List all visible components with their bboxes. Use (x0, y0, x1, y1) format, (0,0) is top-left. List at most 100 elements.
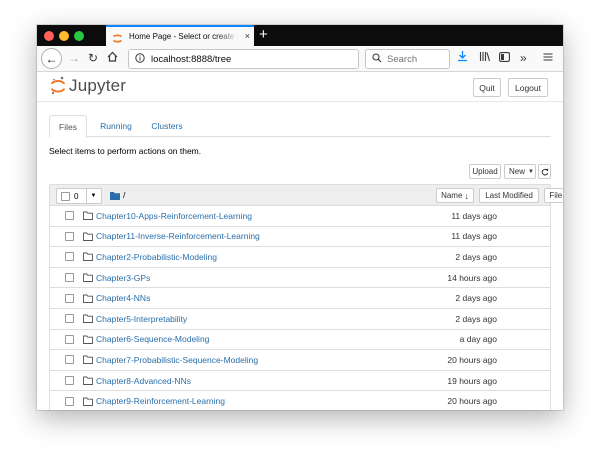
file-list-row[interactable]: Chapter7-Probabilistic-Sequence-Modeling… (49, 350, 551, 371)
file-list-row[interactable]: Chapter5-Interpretability 2 days ago (49, 308, 551, 330)
folder-icon (83, 232, 93, 241)
row-checkbox[interactable] (65, 355, 74, 365)
new-dropdown-button[interactable]: New ▼ (504, 164, 536, 179)
row-checkbox[interactable] (65, 396, 74, 406)
jupyter-header: Jupyter Quit Logout (37, 72, 563, 102)
library-icon[interactable] (479, 50, 491, 66)
jupyter-logo-text: Jupyter (69, 76, 127, 95)
last-modified-text: 2 days ago (455, 313, 497, 324)
folder-icon (83, 294, 93, 303)
file-list-row[interactable]: Chapter9-Reinforcement-Learning 20 hours … (49, 391, 551, 410)
jupyter-logo[interactable]: Jupyter (51, 76, 126, 96)
back-arrow-icon[interactable]: ← (41, 48, 62, 69)
select-all-dropdown[interactable]: 0 ▼ (56, 188, 102, 204)
refresh-icon (541, 168, 548, 175)
file-list-header: 0 ▼ / Name ↓ Last Modified File size (49, 184, 563, 206)
caret-down-icon: ▼ (528, 168, 534, 175)
last-modified-text: 19 hours ago (447, 375, 497, 386)
search-bar[interactable]: Search (365, 49, 450, 69)
file-name-link[interactable]: Chapter5-Interpretability (96, 314, 187, 324)
page-info-icon[interactable] (135, 50, 145, 68)
tab-files[interactable]: Files (49, 115, 87, 138)
address-bar[interactable]: localhost:8888/tree (128, 49, 359, 69)
minimize-window-button[interactable] (59, 31, 69, 41)
downloads-icon[interactable] (457, 50, 468, 66)
reload-icon[interactable]: ↻ (88, 50, 98, 66)
sort-by-size-button[interactable]: File size (544, 188, 563, 203)
caret-down-icon[interactable]: ▼ (86, 189, 100, 203)
file-list-row[interactable]: Chapter6-Sequence-Modeling a day ago (49, 329, 551, 351)
row-checkbox[interactable] (65, 231, 74, 241)
file-list-row[interactable]: Chapter10-Apps-Reinforcement-Learning 11 … (49, 206, 551, 227)
file-list-row[interactable]: Chapter4-NNs 2 days ago (49, 288, 551, 309)
maximize-window-button[interactable] (74, 31, 84, 41)
tab-clusters[interactable]: Clusters (147, 115, 187, 137)
selected-count: 0 (74, 191, 79, 201)
file-name-link[interactable]: Chapter6-Sequence-Modeling (96, 334, 209, 344)
row-checkbox[interactable] (65, 252, 74, 262)
sort-by-name-button[interactable]: Name ↓ (436, 188, 474, 203)
search-input[interactable]: Search (387, 54, 417, 65)
home-icon[interactable] (107, 50, 118, 66)
new-tab-button[interactable]: + (259, 26, 268, 44)
sort-name-label: Name (441, 191, 463, 200)
row-checkbox[interactable] (65, 334, 74, 344)
tab-list: Files Running Clusters (49, 115, 551, 138)
overflow-chevron-icon[interactable]: » (520, 50, 527, 66)
file-name-link[interactable]: Chapter9-Reinforcement-Learning (96, 396, 225, 406)
last-modified-text: 11 days ago (451, 231, 497, 242)
file-list-row[interactable]: Chapter11-Inverse-Reinforcement-Learning… (49, 226, 551, 248)
quit-button[interactable]: Quit (473, 78, 501, 97)
sort-by-modified-button[interactable]: Last Modified (479, 188, 539, 203)
file-name-link[interactable]: Chapter8-Advanced-NNs (96, 376, 191, 386)
folder-icon (110, 191, 120, 200)
file-list-row[interactable]: Chapter8-Advanced-NNs 19 hours ago (49, 370, 551, 392)
file-list: Chapter10-Apps-Reinforcement-Learning 11 … (49, 206, 551, 410)
file-name-link[interactable]: Chapter4-NNs (96, 293, 150, 303)
row-checkbox[interactable] (65, 293, 74, 303)
close-window-button[interactable] (44, 31, 54, 41)
logout-button[interactable]: Logout (508, 78, 548, 97)
file-name-link[interactable]: Chapter11-Inverse-Reinforcement-Learning (96, 231, 260, 241)
folder-icon (83, 211, 93, 221)
last-modified-text: 2 days ago (455, 251, 497, 262)
last-modified-text: 20 hours ago (447, 396, 497, 407)
folder-icon (83, 253, 93, 262)
file-list-row[interactable]: Chapter2-Probabilistic-Modeling 2 days ag… (49, 247, 551, 268)
folder-icon (83, 335, 93, 344)
tab-running[interactable]: Running (97, 115, 135, 137)
select-all-checkbox[interactable] (61, 191, 70, 201)
last-modified-text: 11 days ago (451, 210, 497, 221)
file-name-link[interactable]: Chapter7-Probabilistic-Sequence-Modeling (96, 355, 258, 365)
tab-bar: Home Page - Select or create a notebook … (37, 25, 563, 46)
breadcrumb-root[interactable]: / (123, 190, 125, 200)
file-name-link[interactable]: Chapter10-Apps-Reinforcement-Learning (96, 211, 252, 221)
last-modified-text: 20 hours ago (447, 354, 497, 365)
folder-icon (83, 397, 93, 406)
browser-tab[interactable]: Home Page - Select or create a notebook … (106, 25, 254, 46)
last-modified-text: a day ago (459, 334, 497, 345)
tab-close-icon[interactable]: × (245, 31, 250, 41)
jupyter-favicon-icon (112, 31, 123, 43)
row-checkbox[interactable] (65, 211, 74, 221)
folder-icon (83, 356, 93, 365)
jupyter-logo-icon (51, 76, 65, 95)
row-checkbox[interactable] (65, 314, 74, 324)
new-label: New (509, 167, 526, 176)
jupyter-page: Jupyter Quit Logout Files Running Cluste… (37, 72, 563, 410)
sidebar-icon[interactable] (499, 50, 510, 66)
refresh-button[interactable] (538, 164, 551, 179)
folder-icon (83, 314, 93, 324)
forward-arrow-icon[interactable]: → (68, 50, 80, 66)
folder-icon (83, 376, 93, 385)
file-list-row[interactable]: Chapter3-GPs 14 hours ago (49, 267, 551, 289)
browser-window: Home Page - Select or create a notebook … (37, 25, 563, 410)
row-checkbox[interactable] (65, 376, 74, 386)
folder-icon (83, 273, 93, 283)
row-checkbox[interactable] (65, 273, 74, 283)
file-name-link[interactable]: Chapter2-Probabilistic-Modeling (96, 252, 217, 262)
breadcrumb[interactable]: / (110, 190, 125, 200)
file-name-link[interactable]: Chapter3-GPs (96, 273, 150, 283)
upload-button[interactable]: Upload (469, 164, 501, 179)
menu-icon[interactable] (543, 50, 553, 66)
